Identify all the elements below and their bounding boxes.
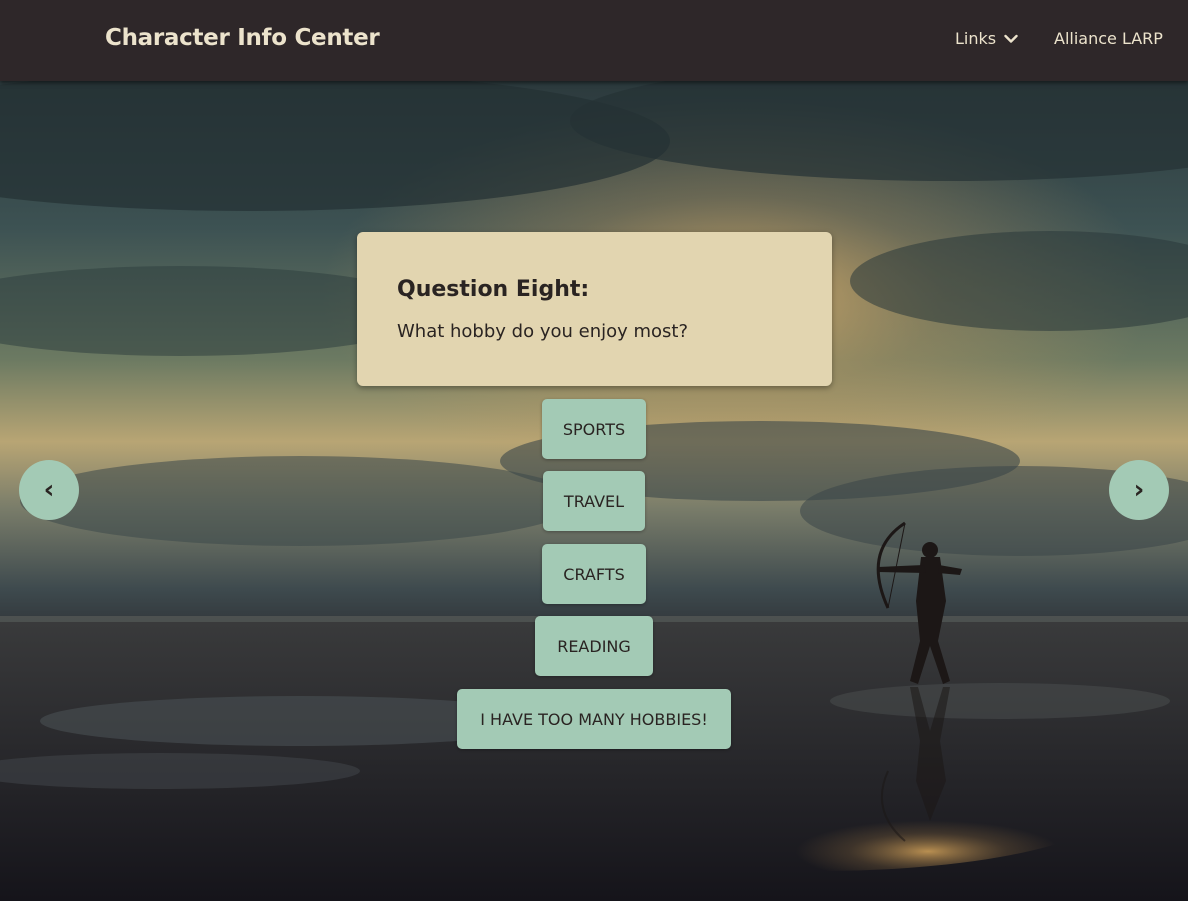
links-dropdown-label: Links	[955, 29, 997, 48]
chevron-down-icon	[1004, 34, 1018, 43]
answer-button-reading[interactable]: READING	[535, 616, 653, 676]
question-text: What hobby do you enjoy most?	[397, 321, 689, 342]
alliance-larp-link[interactable]: Alliance LARP	[1054, 29, 1163, 48]
carousel-prev-button[interactable]: ‹	[19, 460, 79, 520]
answer-button-crafts[interactable]: CRAFTS	[542, 544, 646, 604]
question-card: Question Eight: What hobby do you enjoy …	[357, 232, 832, 386]
answer-button-travel[interactable]: TRAVEL	[543, 471, 645, 531]
carousel-next-button[interactable]: ›	[1109, 460, 1169, 520]
answer-button-too-many-hobbies[interactable]: I HAVE TOO MANY HOBBIES!	[457, 689, 731, 749]
answer-button-sports[interactable]: SPORTS	[542, 399, 646, 459]
question-title: Question Eight:	[397, 277, 590, 302]
links-dropdown[interactable]: Links	[955, 29, 1018, 48]
site-brand[interactable]: Character Info Center	[105, 25, 380, 51]
top-navbar: Character Info Center Links Alliance LAR…	[0, 0, 1188, 81]
